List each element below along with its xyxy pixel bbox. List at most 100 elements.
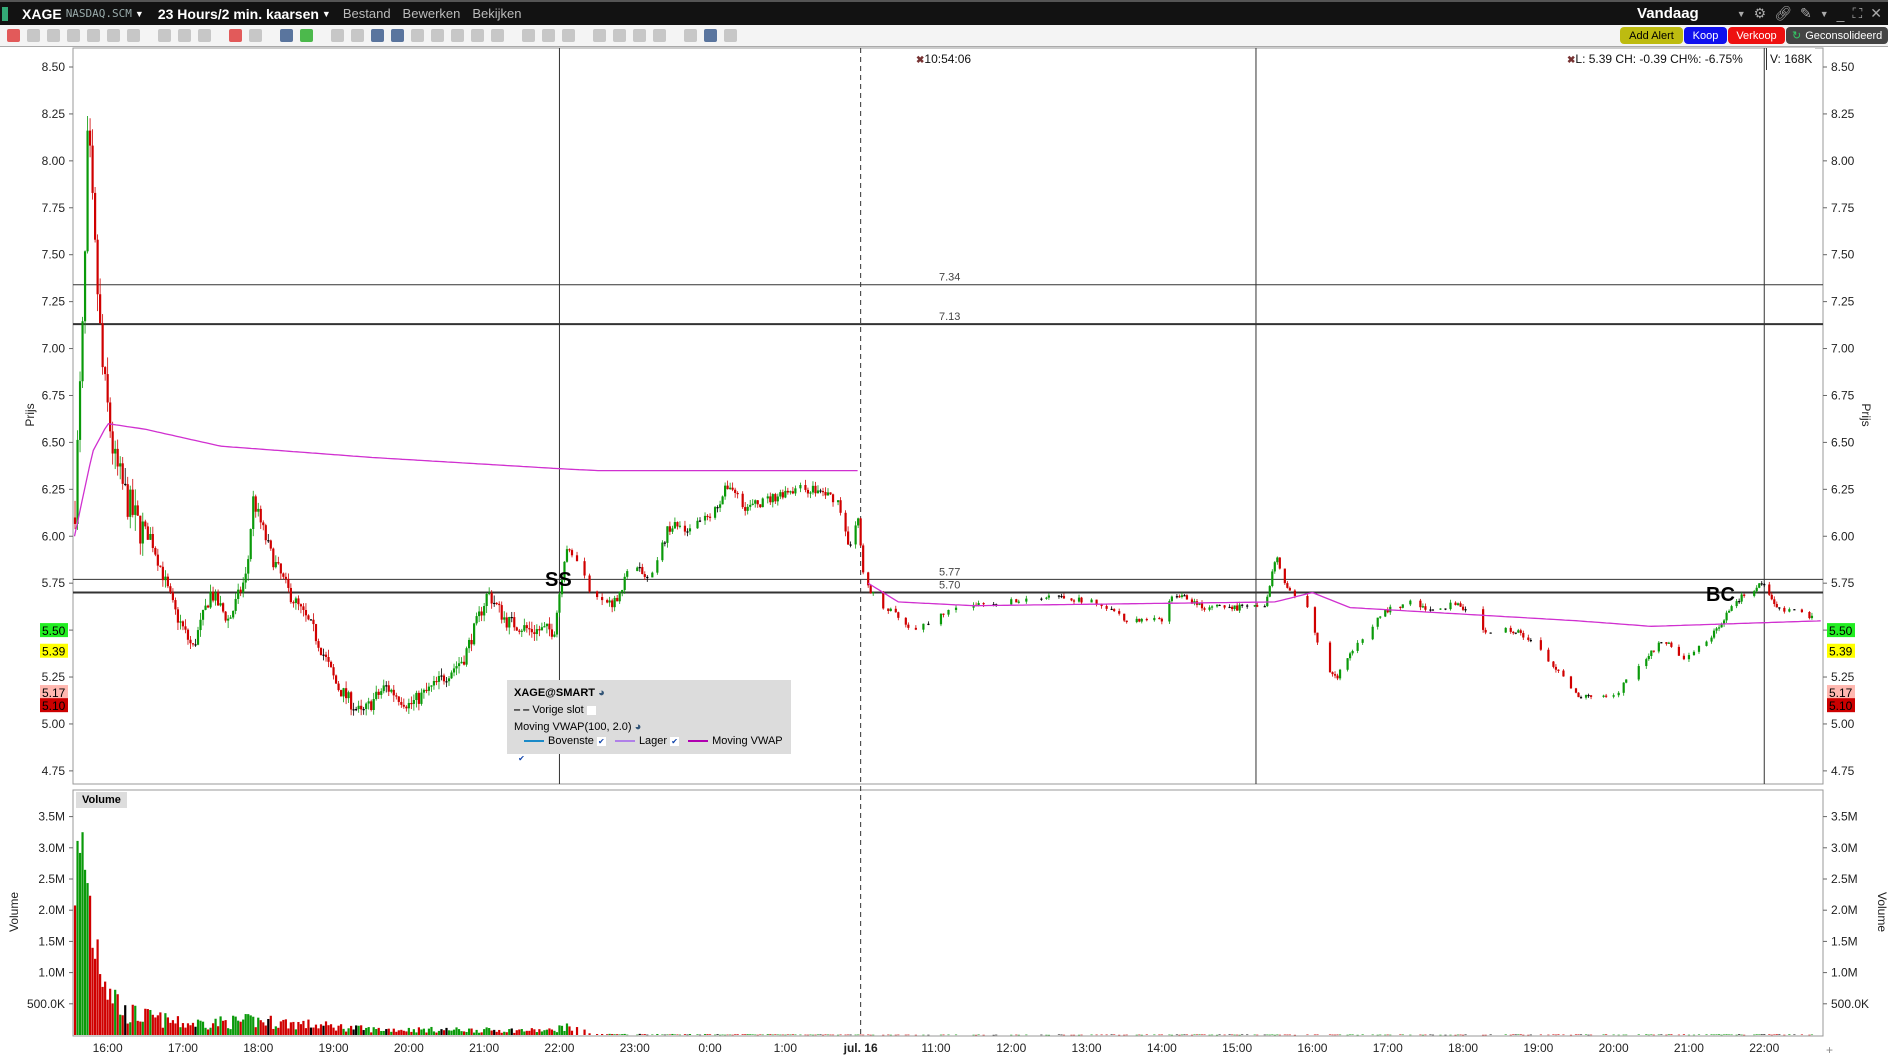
fib-icon[interactable] — [451, 29, 464, 42]
add-alert-button[interactable]: Add Alert — [1620, 27, 1683, 44]
candle-body — [1025, 598, 1028, 602]
candle-body — [186, 629, 190, 640]
settings-icon[interactable] — [127, 29, 140, 42]
price-chart[interactable]: 8.50 8.50 8.25 8.25 8.00 8.00 7.75 7.75 7.50 7.50… — [0, 0, 1888, 1059]
checkbox[interactable] — [586, 705, 596, 715]
crosshair-icon[interactable] — [7, 29, 20, 42]
candle-body — [553, 634, 556, 637]
volume-bar — [1333, 1034, 1337, 1036]
volume-bar — [415, 1032, 418, 1035]
candle-body — [222, 603, 225, 612]
draw-icon[interactable] — [351, 29, 364, 42]
pencil-icon[interactable] — [229, 29, 242, 42]
volume-bar — [588, 1033, 591, 1035]
data-mode-button[interactable]: ↻ Geconsolideerd — [1786, 27, 1888, 44]
fit-icon[interactable] — [562, 29, 575, 42]
sell-button[interactable]: Verkoop — [1728, 27, 1785, 44]
maximize-icon[interactable]: ⛶ — [1852, 5, 1862, 22]
zoom-out-icon[interactable] — [542, 29, 555, 42]
circle-icon[interactable] — [107, 29, 120, 42]
globe-icon[interactable]: ◕ — [635, 721, 642, 733]
candle-body — [676, 522, 679, 527]
pointer-icon[interactable] — [27, 29, 40, 42]
cross-icon[interactable] — [331, 29, 344, 42]
candle-body — [706, 515, 709, 518]
volume-bar — [209, 1027, 212, 1035]
minimize-icon[interactable]: _ — [1837, 6, 1845, 22]
text-note-icon[interactable] — [391, 29, 404, 42]
volume-bar — [196, 1019, 200, 1035]
chart-type-icon[interactable] — [158, 29, 171, 42]
candle-body — [473, 623, 476, 645]
bars-icon[interactable] — [249, 29, 262, 42]
candle-body — [1356, 642, 1359, 651]
symbol-selector[interactable]: XAGE — [22, 6, 62, 22]
globe-icon[interactable] — [684, 29, 697, 42]
refresh-icon[interactable] — [704, 29, 717, 42]
scroll-right-icon[interactable] — [633, 29, 646, 42]
price-tick-label: 5.00 — [1831, 717, 1855, 731]
undo-icon[interactable] — [411, 29, 424, 42]
scroll-end-icon[interactable] — [653, 29, 666, 42]
candle-body — [1429, 609, 1432, 611]
volume-bar — [713, 1034, 717, 1036]
scroll-icon[interactable] — [613, 29, 626, 42]
time-tick-label: 19:00 — [319, 1041, 349, 1055]
pin-icon[interactable]: ✎ — [1800, 5, 1812, 22]
volume-bar — [1612, 1034, 1615, 1036]
text-icon[interactable] — [371, 29, 384, 42]
menu-bestand[interactable]: Bestand — [343, 6, 391, 21]
layout-icon[interactable] — [178, 29, 191, 42]
candle-body — [317, 641, 320, 648]
range-selector[interactable]: Vandaag — [1637, 5, 1699, 22]
menu-bekijken[interactable]: Bekijken — [472, 6, 521, 21]
cursor-time-readout: ✖10:54:06 — [916, 52, 971, 66]
wrench-icon[interactable] — [724, 29, 737, 42]
candle-body — [297, 598, 300, 605]
candle-body — [1529, 639, 1532, 642]
print-icon[interactable] — [67, 29, 80, 42]
candle-body — [1017, 601, 1020, 603]
checkbox[interactable]: ✔ — [670, 736, 680, 746]
checkbox[interactable]: ✔ — [517, 753, 526, 763]
volume-bar — [839, 1034, 842, 1036]
trendline-icon[interactable] — [471, 29, 484, 42]
channel-icon[interactable] — [491, 29, 504, 42]
volume-bar — [887, 1034, 890, 1036]
candle-body — [470, 639, 473, 645]
candle-body — [982, 603, 985, 605]
volume-bar — [1421, 1034, 1424, 1036]
candle-body — [1657, 642, 1660, 652]
volume-bar — [862, 1034, 865, 1036]
link-icon[interactable]: 🔗︎ — [1774, 5, 1792, 22]
volume-bar — [1602, 1034, 1605, 1036]
grid-icon[interactable] — [47, 29, 60, 42]
chevron-down-icon[interactable]: ▼ — [322, 9, 331, 19]
add-pane-icon: + — [1826, 1043, 1833, 1057]
candle-body — [141, 521, 144, 544]
candle-body — [1677, 646, 1681, 656]
candle-body — [495, 602, 498, 605]
dropdown-icon[interactable] — [198, 29, 211, 42]
volume-bar — [191, 1022, 195, 1035]
chevron-down-icon[interactable]: ▼ — [135, 9, 144, 19]
close-icon[interactable]: ✕ — [1870, 5, 1882, 22]
scroll-left-icon[interactable] — [593, 29, 606, 42]
chevron-down-icon[interactable]: ▼ — [1820, 9, 1829, 19]
clock-icon[interactable] — [87, 29, 100, 42]
volume-icon[interactable] — [280, 29, 293, 42]
candle-body — [545, 623, 548, 627]
zoom-in-icon[interactable] — [522, 29, 535, 42]
period-selector[interactable]: 23 Hours/2 min. kaarsen — [158, 6, 319, 22]
checkbox[interactable]: ✔ — [596, 736, 606, 746]
candle-body — [1557, 669, 1560, 671]
volume-bar — [277, 1027, 280, 1035]
gear-icon[interactable]: ⚙ — [1754, 5, 1767, 22]
dollar-icon[interactable] — [300, 29, 313, 42]
globe-icon[interactable]: ◕ — [598, 687, 605, 699]
candle-body — [350, 692, 353, 710]
redo-icon[interactable] — [431, 29, 444, 42]
menu-bewerken[interactable]: Bewerken — [403, 6, 461, 21]
chevron-down-icon[interactable]: ▼ — [1737, 9, 1746, 19]
buy-button[interactable]: Koop — [1684, 27, 1727, 44]
